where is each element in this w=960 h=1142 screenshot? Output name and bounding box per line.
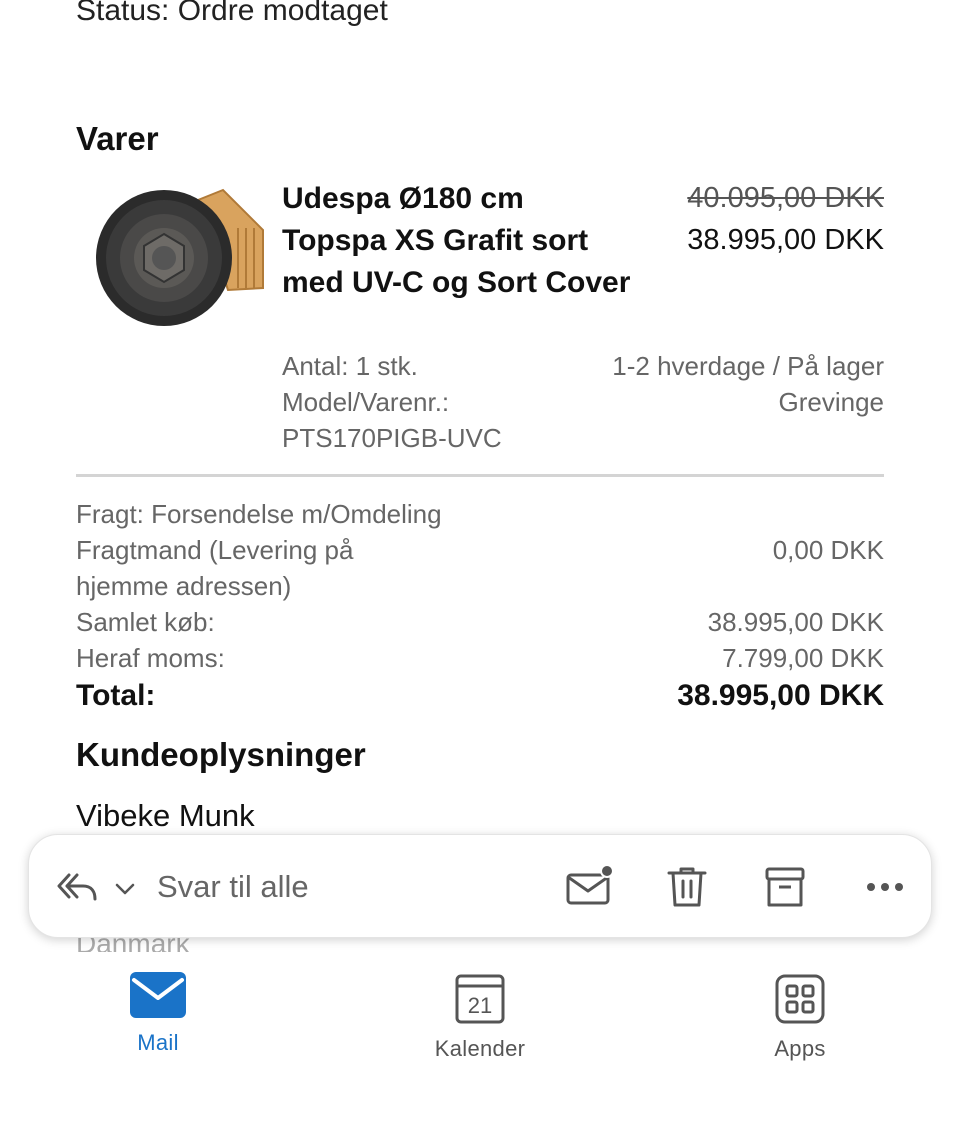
reply-all-button[interactable]: Svar til alle	[157, 869, 309, 905]
carrier-row: Fragtmand (Levering på hjemme adressen) …	[76, 532, 884, 604]
divider	[76, 474, 884, 477]
shipping-row: Fragt: Forsendelse m/Omdeling	[76, 496, 884, 532]
quantity-text: Antal: 1 stk.	[282, 351, 418, 381]
product-image	[88, 178, 268, 356]
tab-mail-label: Mail	[137, 1030, 179, 1055]
total-label: Total:	[76, 679, 156, 712]
tab-mail[interactable]: Mail	[58, 972, 258, 1056]
price-original: 40.095,00 DKK	[687, 182, 884, 214]
location-text: Grevinge	[778, 387, 885, 417]
total-row: Total: 38.995,00 DKK	[76, 678, 884, 714]
trash-icon[interactable]	[663, 863, 711, 911]
delivery-text: 1-2 hverdage / På lager	[612, 351, 884, 381]
subtotal-value: 38.995,00 DKK	[707, 607, 884, 637]
calendar-icon: 21	[455, 974, 505, 1024]
archive-icon[interactable]	[761, 863, 809, 911]
tab-calendar[interactable]: 21 Kalender	[380, 972, 580, 1062]
mail-icon	[130, 972, 186, 1018]
message-action-bar: Svar til alle	[28, 834, 932, 938]
reply-all-icon[interactable]	[55, 865, 99, 909]
bottom-tab-bar: Mail 21 Kalender Apps	[0, 960, 960, 1142]
carrier-label: Fragtmand (Levering på hjemme adressen)	[76, 535, 354, 601]
model-label: Model/Varenr.:	[282, 387, 450, 417]
order-status: Status: Ordre modtaget	[76, 0, 388, 27]
apps-icon	[775, 974, 825, 1024]
more-icon[interactable]	[861, 863, 909, 911]
customer-name: Vibeke Munk	[76, 798, 255, 833]
vat-row: Heraf moms: 7.799,00 DKK	[76, 640, 884, 676]
subtotal-row: Samlet køb: 38.995,00 DKK	[76, 604, 884, 640]
chevron-down-icon[interactable]	[113, 877, 137, 901]
product-title[interactable]: Udespa Ø180 cm Topspa XS Grafit sort med…	[282, 178, 632, 304]
model-number: PTS170PIGB-UVC	[282, 423, 502, 453]
vat-value: 7.799,00 DKK	[722, 643, 884, 673]
shipping-label: Fragt: Forsendelse m/Omdeling	[76, 499, 442, 529]
order-summary: Fragt: Forsendelse m/Omdeling Fragtmand …	[76, 496, 884, 714]
product-meta-left: Antal: 1 stk. Model/Varenr.: PTS170PIGB-…	[282, 348, 582, 456]
carrier-price: 0,00 DKK	[772, 535, 884, 565]
vat-label: Heraf moms:	[76, 643, 225, 673]
customer-heading: Kundeoplysninger	[76, 736, 366, 773]
tab-apps[interactable]: Apps	[700, 972, 900, 1062]
calendar-date: 21	[468, 993, 492, 1018]
total-value: 38.995,00 DKK	[677, 679, 884, 712]
subtotal-label: Samlet køb:	[76, 607, 215, 637]
price-current: 38.995,00 DKK	[687, 224, 884, 256]
items-heading: Varer	[76, 120, 159, 157]
mark-unread-icon[interactable]	[565, 863, 614, 911]
product-meta-right: 1-2 hverdage / På lager Grevinge	[612, 348, 884, 420]
tab-calendar-label: Kalender	[434, 1036, 526, 1061]
tab-apps-label: Apps	[774, 1036, 826, 1061]
